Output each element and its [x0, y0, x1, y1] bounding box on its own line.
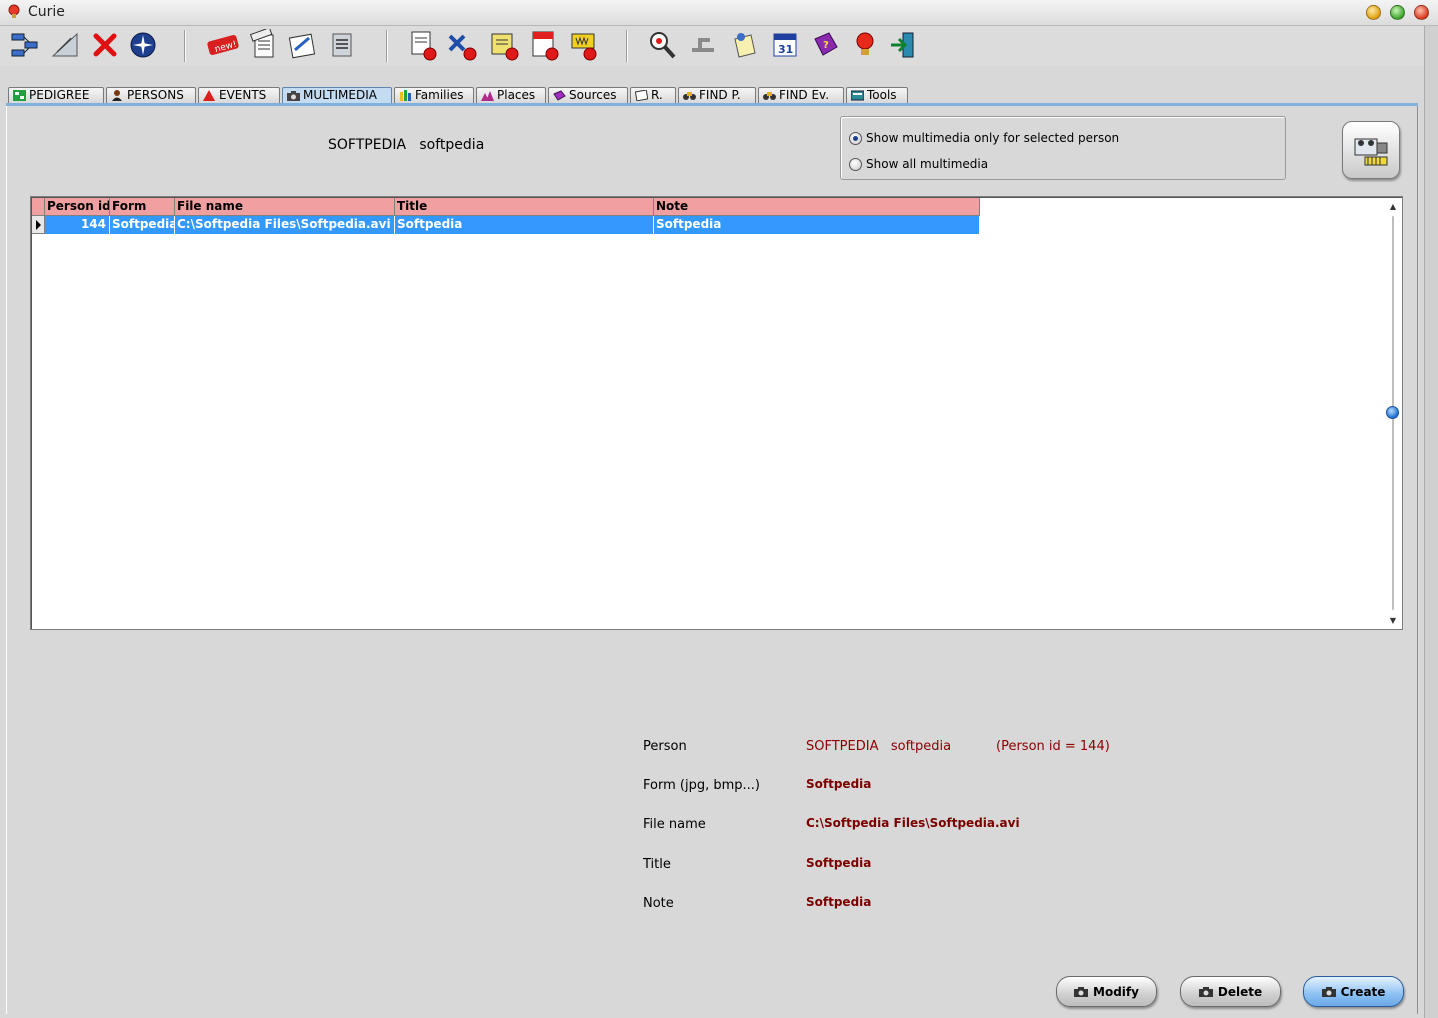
- toolbar-separator: [626, 30, 628, 62]
- maximize-button[interactable]: [1390, 5, 1405, 20]
- tab-strip: PEDIGREE PERSONS EVENTS MULTIMEDIA Famil…: [0, 86, 1438, 104]
- create-button[interactable]: Create: [1303, 976, 1404, 1007]
- tab-persons[interactable]: PERSONS: [106, 87, 196, 104]
- tree-icon[interactable]: [8, 28, 42, 62]
- help-book-icon[interactable]: ?: [808, 28, 842, 62]
- column-header-note[interactable]: Note: [654, 198, 980, 216]
- minimize-button[interactable]: [1366, 5, 1381, 20]
- title-bar: Curie: [0, 0, 1438, 26]
- tab-sources[interactable]: Sources: [548, 87, 628, 104]
- column-header-person-id[interactable]: Person id: [45, 198, 110, 216]
- column-header-form[interactable]: Form: [110, 198, 175, 216]
- tab-find-p[interactable]: FIND P.: [678, 87, 756, 104]
- calendar-icon[interactable]: 31: [768, 28, 802, 62]
- open-media-button[interactable]: [1342, 121, 1400, 179]
- binoculars-icon: [683, 92, 696, 100]
- camera-icon: [287, 91, 300, 101]
- main-toolbar: new! 31 ?: [0, 26, 1438, 66]
- cell-file-name[interactable]: C:\Softpedia Files\Softpedia.avi: [175, 216, 395, 234]
- form-value: Softpedia: [806, 777, 872, 791]
- gedcom-export-icon[interactable]: [246, 28, 280, 62]
- note-label: Note: [643, 896, 674, 911]
- column-header-title[interactable]: Title: [395, 198, 654, 216]
- place-icon: [481, 91, 494, 101]
- row-indicator-icon: [32, 216, 45, 234]
- file-name-value: C:\Softpedia Files\Softpedia.avi: [806, 816, 1020, 830]
- toolbar-separator: [184, 30, 186, 62]
- column-header-file-name[interactable]: File name: [175, 198, 395, 216]
- tab-families[interactable]: Families: [394, 87, 474, 104]
- notes-icon[interactable]: [728, 28, 762, 62]
- filter-all-option[interactable]: Show all multimedia: [849, 155, 988, 173]
- report-icon[interactable]: [326, 28, 360, 62]
- radio-selected-person[interactable]: [849, 131, 862, 145]
- file-name-label: File name: [643, 817, 706, 832]
- report-tab-icon: [635, 90, 648, 101]
- modify-button[interactable]: Modify: [1056, 976, 1157, 1007]
- cell-note[interactable]: Softpedia: [654, 216, 980, 234]
- branch-icon[interactable]: [688, 28, 722, 62]
- tab-r[interactable]: R.: [630, 87, 676, 104]
- filter-selected-person-option[interactable]: Show multimedia only for selected person: [849, 129, 1119, 147]
- tab-events[interactable]: EVENTS: [198, 87, 280, 104]
- table-row[interactable]: 144 Softpedia C:\Softpedia Files\Softped…: [32, 216, 980, 234]
- film-projector-icon: [1354, 138, 1388, 166]
- window-title: Curie: [28, 4, 65, 20]
- new-icon[interactable]: new!: [206, 28, 240, 62]
- person-value: SOFTPEDIA softpedia: [806, 739, 952, 754]
- tab-multimedia[interactable]: MULTIMEDIA: [282, 87, 392, 104]
- camera-icon: [1074, 986, 1089, 997]
- app-lightbulb-icon: [8, 4, 20, 18]
- person-label: Person: [643, 739, 687, 754]
- delete-button[interactable]: Delete: [1180, 976, 1281, 1007]
- binoculars-icon: [763, 92, 776, 100]
- radio-all-multimedia[interactable]: [849, 157, 862, 171]
- compass-icon[interactable]: [126, 28, 160, 62]
- person-id-text: (Person id = 144): [996, 739, 1110, 754]
- measure-icon[interactable]: [48, 28, 82, 62]
- toolbar-separator: [386, 30, 388, 62]
- tab-pedigree[interactable]: PEDIGREE: [8, 87, 104, 104]
- multimedia-grid[interactable]: Person id Form File name Title Note 144 …: [30, 196, 1403, 630]
- title-label: Title: [643, 857, 671, 872]
- scroll-up-icon[interactable]: ▲: [1385, 198, 1401, 214]
- title-value: Softpedia: [806, 856, 872, 870]
- camera-icon: [1198, 986, 1213, 997]
- close-window-button[interactable]: [1414, 5, 1429, 20]
- multimedia-filter-group: Show multimedia only for selected person…: [840, 116, 1286, 180]
- svg-text:?: ?: [823, 40, 829, 51]
- exit-icon[interactable]: [886, 28, 920, 62]
- tab-tools[interactable]: Tools: [846, 87, 908, 104]
- print-icon[interactable]: [488, 28, 522, 62]
- tools-icon: [851, 90, 864, 101]
- note-value: Softpedia: [806, 895, 872, 909]
- selected-person-name: SOFTPEDIA softpedia: [328, 137, 485, 153]
- cell-form[interactable]: Softpedia: [110, 216, 175, 234]
- tab-find-ev[interactable]: FIND Ev.: [758, 87, 844, 104]
- www-icon[interactable]: [568, 28, 602, 62]
- tab-places[interactable]: Places: [476, 87, 546, 104]
- cell-person-id[interactable]: 144: [45, 216, 110, 234]
- grid-header-indicator: [32, 198, 45, 216]
- person-icon: [112, 90, 122, 101]
- grid-vertical-scrollbar[interactable]: ▲ ▼: [1385, 198, 1401, 628]
- form-label: Form (jpg, bmp...): [643, 778, 760, 793]
- camera-icon: [1321, 986, 1336, 997]
- delete-icon[interactable]: [88, 28, 122, 62]
- svg-text:31: 31: [778, 43, 793, 56]
- tip-icon[interactable]: [848, 28, 882, 62]
- gedcom-import-icon[interactable]: [406, 28, 440, 62]
- source-icon: [553, 90, 566, 101]
- cell-title[interactable]: Softpedia: [395, 216, 654, 234]
- scroll-down-icon[interactable]: ▼: [1385, 612, 1401, 628]
- x-export-icon[interactable]: [446, 28, 480, 62]
- edit-chart-icon[interactable]: [286, 28, 320, 62]
- search-icon[interactable]: [646, 28, 680, 62]
- event-icon: [203, 90, 215, 101]
- family-icon: [400, 90, 411, 101]
- scroll-thumb[interactable]: [1386, 406, 1399, 419]
- pdf-icon[interactable]: [528, 28, 562, 62]
- pedigree-icon: [13, 90, 26, 101]
- window-right-edge: [1424, 26, 1438, 1018]
